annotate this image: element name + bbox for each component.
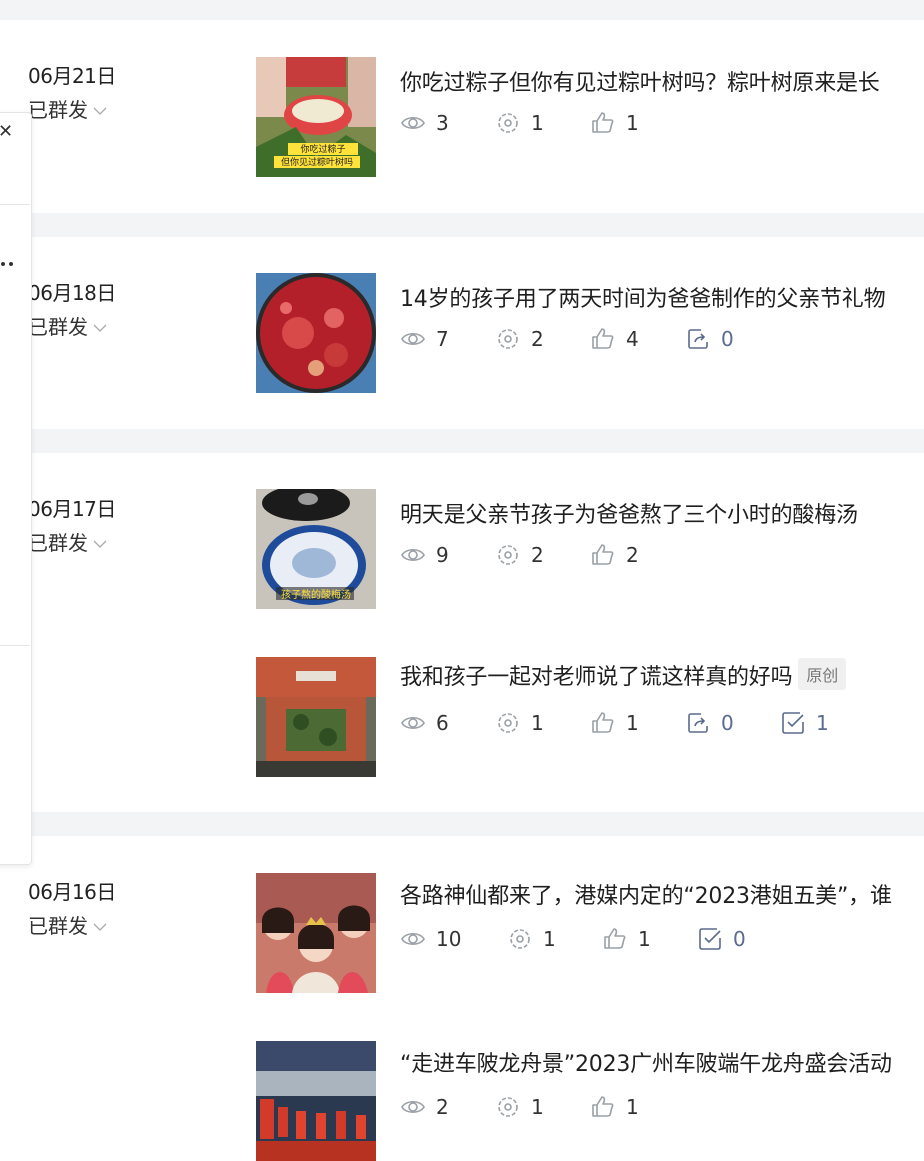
article-thumbnail[interactable] [256, 273, 376, 393]
popup-divider [0, 645, 30, 646]
original-badge: 原创 [798, 658, 847, 690]
likes-stat: 1 [590, 710, 685, 736]
publish-date: 06月21日 [28, 64, 116, 88]
card-separator [0, 213, 924, 237]
share-network-icon [498, 113, 518, 133]
forward-icon [688, 329, 708, 349]
share-stat: 1 [495, 710, 590, 736]
eye-icon [401, 716, 425, 730]
status-dropdown[interactable]: 已群发 [28, 311, 108, 340]
status-label: 已群发 [28, 531, 88, 555]
article-title[interactable]: 我和孩子一起对老师说了谎这样真的好吗 原创 [400, 658, 847, 691]
status-dropdown[interactable]: 已群发 [28, 94, 108, 123]
likes-stat: 1 [602, 926, 697, 952]
share-stat: 2 [495, 326, 590, 352]
thumbs-up-icon [592, 112, 614, 133]
thumb-caption: 但你见过粽叶树吗 [281, 156, 353, 168]
forward-icon [688, 713, 708, 733]
share-network-icon [498, 1097, 518, 1117]
article-title[interactable]: 你吃过粽子但你有见过粽叶树吗？粽叶树原来是长 [400, 65, 880, 97]
publish-group: 06月16日 已群发 各路神仙都来了，港媒内定的“2023港姐五美”，谁 10 [0, 836, 924, 1161]
views-stat: 3 [400, 110, 495, 136]
thumbs-up-icon [592, 544, 614, 565]
thumbs-up-icon [604, 928, 626, 949]
status-label: 已群发 [28, 315, 88, 339]
chevron-down-icon [93, 540, 107, 548]
likes-stat: 2 [590, 542, 685, 568]
article-stats: 2 1 1 [400, 1092, 685, 1122]
publish-date: 06月18日 [28, 281, 116, 305]
publish-group: 06月21日 已群发 你吃过粽子 但你见过粽叶树吗 你吃过粽子但你有见过粽叶树吗… [0, 20, 924, 213]
share-stat: 1 [495, 1094, 590, 1120]
card-separator [0, 429, 924, 453]
thumbs-up-icon [592, 712, 614, 733]
likes-stat: 1 [590, 110, 685, 136]
eye-icon [401, 1100, 425, 1114]
article-title[interactable]: 各路神仙都来了，港媒内定的“2023港姐五美”，谁 [400, 878, 892, 910]
chevron-down-icon [93, 107, 107, 115]
share-network-icon [498, 713, 518, 733]
close-icon[interactable]: ✕ [0, 121, 13, 142]
article-thumbnail[interactable]: 你吃过粽子 但你见过粽叶树吗 [256, 57, 376, 177]
eye-icon [401, 116, 425, 130]
views-stat: 2 [400, 1094, 495, 1120]
checkbox-icon [699, 928, 721, 950]
check-stat: 0 [697, 926, 792, 952]
article-title[interactable]: 明天是父亲节孩子为爸爸熬了三个小时的酸梅汤 [400, 497, 858, 529]
likes-stat: 1 [590, 1094, 685, 1120]
card-separator [0, 812, 924, 836]
article-stats: 6 1 1 0 1 [400, 708, 875, 738]
thumbs-up-icon [592, 328, 614, 349]
status-label: 已群发 [28, 98, 88, 122]
article-thumbnail[interactable] [256, 873, 376, 993]
publish-group: 06月17日 已群发 孩子熬的酸梅汤 明天是父亲节孩子为爸爸熬了三个小时的酸梅汤… [0, 453, 924, 812]
likes-stat: 4 [590, 326, 685, 352]
publish-date: 06月16日 [28, 880, 116, 904]
status-label: 已群发 [28, 914, 88, 938]
status-dropdown[interactable]: 已群发 [28, 910, 108, 939]
share-network-icon [510, 929, 530, 949]
share-stat: 2 [495, 542, 590, 568]
eye-icon [401, 332, 425, 346]
share-network-icon [498, 545, 518, 565]
share-stat: 1 [507, 926, 602, 952]
article-thumbnail[interactable]: 孩子熬的酸梅汤 [256, 489, 376, 609]
chevron-down-icon [93, 324, 107, 332]
check-stat: 1 [780, 710, 875, 736]
article-stats: 9 2 2 [400, 540, 685, 570]
article-title[interactable]: 14岁的孩子用了两天时间为爸爸制作的父亲节礼物 [400, 281, 886, 313]
article-stats: 10 1 1 0 [400, 924, 792, 954]
more-icon[interactable] [0, 261, 18, 267]
checkbox-icon [782, 712, 804, 734]
thumb-caption: 你吃过粽子 [300, 143, 345, 155]
views-stat: 6 [400, 710, 495, 736]
article-stats: 3 1 1 [400, 108, 685, 138]
side-popup-panel: ✕ [0, 112, 32, 865]
article-stats: 7 2 4 0 [400, 324, 780, 354]
article-thumbnail[interactable] [256, 657, 376, 777]
share-stat: 1 [495, 110, 590, 136]
popup-divider [0, 204, 30, 205]
share-network-icon [498, 329, 518, 349]
views-stat: 10 [400, 926, 507, 952]
status-dropdown[interactable]: 已群发 [28, 527, 108, 556]
eye-icon [401, 932, 425, 946]
forward-stat: 0 [685, 326, 780, 352]
publish-date: 06月17日 [28, 497, 116, 521]
forward-stat: 0 [685, 710, 780, 736]
publish-group: 06月18日 已群发 14岁的孩子用了两天时间为爸爸制作的父亲节礼物 7 2 4 [0, 237, 924, 429]
chevron-down-icon [93, 923, 107, 931]
article-title[interactable]: “走进车陂龙舟景”2023广州车陂端午龙舟盛会活动 [400, 1046, 892, 1078]
article-thumbnail[interactable] [256, 1041, 376, 1161]
views-stat: 9 [400, 542, 495, 568]
thumb-caption: 孩子熬的酸梅汤 [281, 588, 351, 601]
eye-icon [401, 548, 425, 562]
card-separator [0, 0, 924, 20]
views-stat: 7 [400, 326, 495, 352]
thumbs-up-icon [592, 1096, 614, 1117]
